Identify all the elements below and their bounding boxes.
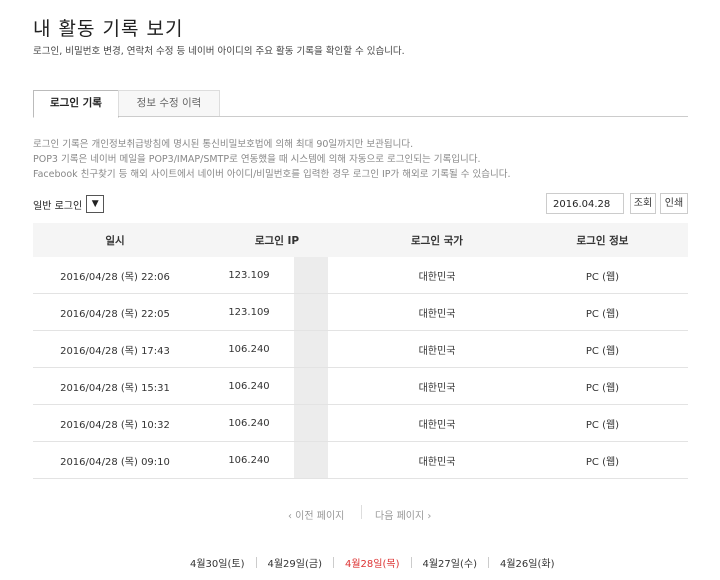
day-divider [333, 557, 334, 568]
row-info: PC (웹) [585, 271, 620, 283]
login-type-select[interactable]: 일반 로그인 ▼ [33, 195, 105, 213]
table-row: 2016/04/28 (목) 22:06 123.109 대한민국 PC (웹) [33, 257, 688, 294]
prev-page-link[interactable]: ‹ 이전 페이지 [288, 507, 344, 522]
day-link-0429[interactable]: 4월29일(금) [268, 555, 323, 570]
row-country: 대한민국 [418, 382, 456, 394]
login-history-table: 일시 로그인 IP 로그인 국가 로그인 정보 2016/04/28 (목) 2… [33, 223, 688, 479]
day-link-0426[interactable]: 4월26일(화) [500, 555, 555, 570]
notice-item: Facebook 친구찾기 등 해외 사이트에서 네이버 아이디/비밀번호를 입… [33, 169, 511, 180]
row-country: 대한민국 [418, 271, 456, 283]
next-page-link[interactable]: 다음 페이지 › [375, 507, 431, 522]
table-row: 2016/04/28 (목) 22:05 123.109 대한민국 PC (웹) [33, 294, 688, 331]
chevron-down-icon[interactable]: ▼ [86, 195, 105, 213]
row-datetime: 2016/04/28 (목) 22:06 [60, 271, 170, 283]
row-datetime: 2016/04/28 (목) 15:31 [60, 382, 170, 394]
ip-mask [294, 368, 328, 404]
day-link-0428[interactable]: 4월28일(목) [345, 555, 400, 570]
day-divider [488, 557, 489, 568]
header-ip: 로그인 IP [254, 234, 300, 247]
day-divider [255, 557, 257, 568]
row-ip-cell: 106.240 [197, 368, 357, 404]
ip-mask [294, 331, 328, 367]
row-info: PC (웹) [585, 419, 620, 431]
row-country: 대한민국 [418, 456, 456, 468]
row-ip: 106.240 [228, 380, 270, 392]
row-datetime: 2016/04/28 (목) 10:32 [60, 419, 170, 431]
row-datetime: 2016/04/28 (목) 22:05 [60, 308, 170, 320]
header-info: 로그인 정보 [576, 234, 629, 247]
login-type-selected: 일반 로그인 [33, 200, 83, 212]
row-ip: 123.109 [228, 306, 270, 318]
row-ip: 106.240 [228, 454, 270, 466]
page-subtitle: 로그인, 비밀번호 변경, 연락처 수정 등 네이버 아이디의 주요 활동 기록… [33, 46, 405, 57]
ip-mask [294, 294, 328, 330]
notice-item: POP3 기록은 네이버 메일을 POP3/IMAP/SMTP로 연동했을 때 … [33, 154, 481, 165]
row-country: 대한민국 [418, 308, 456, 320]
row-info: PC (웹) [585, 456, 620, 468]
row-datetime: 2016/04/28 (목) 17:43 [60, 345, 170, 357]
row-ip-cell: 106.240 [197, 442, 357, 478]
row-ip: 106.240 [228, 343, 270, 355]
page-title: 내 활동 기록 보기 [33, 18, 184, 40]
lookup-button[interactable]: 조회 [630, 193, 656, 214]
row-country: 대한민국 [418, 419, 456, 431]
row-datetime: 2016/04/28 (목) 09:10 [60, 456, 170, 468]
day-divider [410, 557, 412, 568]
table-row: 2016/04/28 (목) 10:32 106.240 대한민국 PC (웹) [33, 405, 688, 442]
row-ip: 106.240 [228, 417, 270, 429]
notice-item: 로그인 기록은 개인정보취급방침에 명시된 통신비밀보호법에 의해 최대 90일… [33, 139, 414, 150]
tab-info-change-history[interactable]: 정보 수정 이력 [118, 90, 220, 116]
row-info: PC (웹) [585, 345, 620, 357]
ip-mask [294, 442, 328, 478]
table-row: 2016/04/28 (목) 15:31 106.240 대한민국 PC (웹) [33, 368, 688, 405]
header-country: 로그인 국가 [411, 234, 463, 247]
day-link-0430[interactable]: 4월30일(토) [190, 555, 245, 570]
day-nav: 4월30일(토) 4월29일(금) 4월28일(목) 4월27일(수) 4월26… [190, 555, 566, 570]
table-row: 2016/04/28 (목) 17:43 106.240 대한민국 PC (웹) [33, 331, 688, 368]
row-ip: 123.109 [228, 269, 270, 281]
row-info: PC (웹) [585, 382, 620, 394]
row-country: 대한민국 [418, 345, 456, 357]
tab-login-history[interactable]: 로그인 기록 [33, 90, 119, 118]
row-info: PC (웹) [585, 308, 620, 320]
ip-mask [294, 405, 328, 441]
ip-mask [294, 257, 328, 293]
tab-bar: 로그인 기록 정보 수정 이력 [33, 90, 688, 118]
header-datetime: 일시 [105, 234, 125, 247]
table-header: 일시 로그인 IP 로그인 국가 로그인 정보 [33, 223, 688, 257]
row-ip-cell: 106.240 [197, 331, 357, 367]
date-field[interactable]: 2016.04.28 [546, 193, 624, 214]
table-row: 2016/04/28 (목) 09:10 106.240 대한민국 PC (웹) [33, 442, 688, 479]
row-ip-cell: 123.109 [197, 257, 357, 293]
print-button[interactable]: 인쇄 [660, 193, 688, 214]
notice-list: 로그인 기록은 개인정보취급방침에 명시된 통신비밀보호법에 의해 최대 90일… [33, 137, 511, 182]
row-ip-cell: 123.109 [197, 294, 357, 330]
row-ip-cell: 106.240 [197, 405, 357, 441]
pager-divider [361, 505, 362, 519]
day-link-0427[interactable]: 4월27일(수) [423, 555, 478, 570]
